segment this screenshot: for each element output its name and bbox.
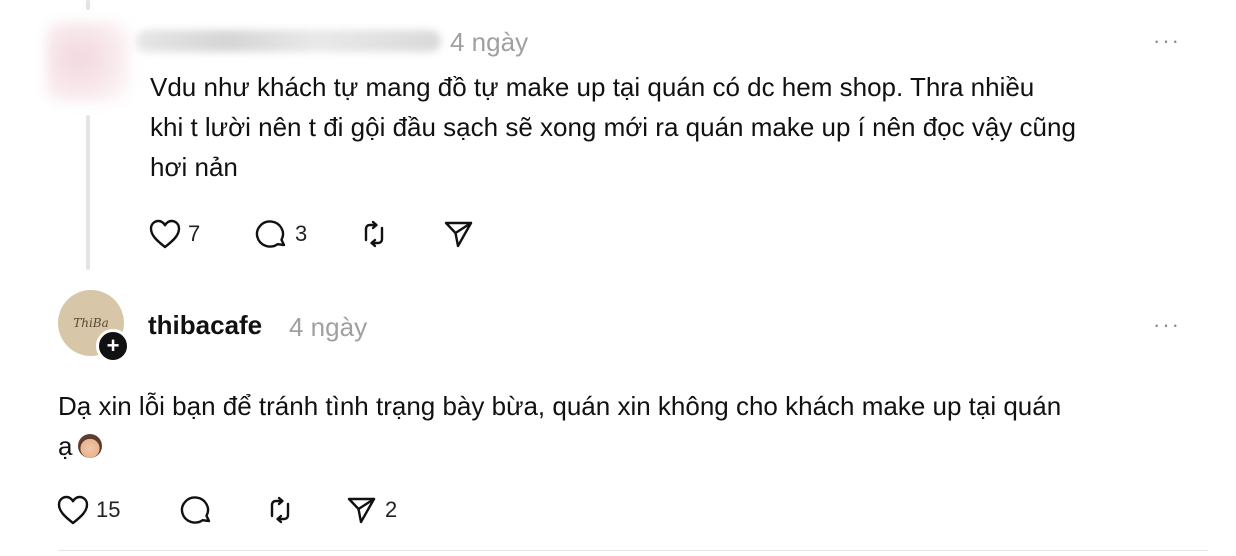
heart-icon: [57, 495, 89, 525]
comment-time: 4 ngày: [289, 312, 368, 342]
repost-button[interactable]: [263, 494, 297, 526]
comment-text-line: hơi nản: [150, 152, 238, 182]
reply-text-end: ạ: [58, 431, 73, 461]
heart-icon: [149, 219, 181, 249]
reply-button[interactable]: [180, 494, 214, 526]
like-count: 15: [96, 497, 121, 522]
like-button[interactable]: 15: [56, 494, 120, 526]
like-button[interactable]: 7: [148, 218, 200, 250]
reply-count: 3: [295, 221, 308, 246]
comment-icon: [255, 220, 286, 248]
reply-button[interactable]: 3: [255, 218, 307, 250]
more-icon[interactable]: ···: [1153, 312, 1181, 338]
share-icon: [347, 497, 376, 524]
avatar-blurred[interactable]: [46, 22, 130, 102]
share-button[interactable]: 2: [345, 494, 397, 526]
thread-line: [86, 115, 90, 270]
person-bowing-emoji-icon: [78, 434, 103, 458]
comment-text: Vdu như khách tự mang đồ tự make up tại …: [150, 67, 1210, 187]
username-blurred[interactable]: [136, 30, 441, 52]
reply-text: Dạ xin lỗi bạn để tránh tình trạng bày b…: [58, 386, 1208, 466]
divider: [58, 550, 1208, 551]
username[interactable]: thibacafe: [148, 310, 262, 341]
share-icon: [444, 221, 473, 248]
like-count: 7: [188, 221, 201, 246]
comment-time: 4 ngày: [450, 27, 529, 57]
repost-button[interactable]: [357, 218, 391, 250]
follow-plus-icon[interactable]: +: [96, 329, 130, 363]
share-count: 2: [385, 497, 398, 522]
comment-icon: [180, 496, 211, 524]
repost-icon: [364, 220, 384, 248]
avatar-logo: ThiBa: [73, 316, 109, 330]
share-button[interactable]: [442, 218, 476, 250]
repost-icon: [270, 496, 290, 524]
comment-text-line: khi t lười nên t đi gội đầu sạch sẽ xong…: [150, 112, 1076, 142]
thread-line-top: [86, 0, 90, 10]
reply-text-line: Dạ xin lỗi bạn để tránh tình trạng bày b…: [58, 391, 1062, 421]
comment-text-line: Vdu như khách tự mang đồ tự make up tại …: [150, 72, 1035, 102]
reply-text-line-2: ạ: [58, 426, 1208, 466]
more-icon[interactable]: ···: [1153, 28, 1181, 54]
